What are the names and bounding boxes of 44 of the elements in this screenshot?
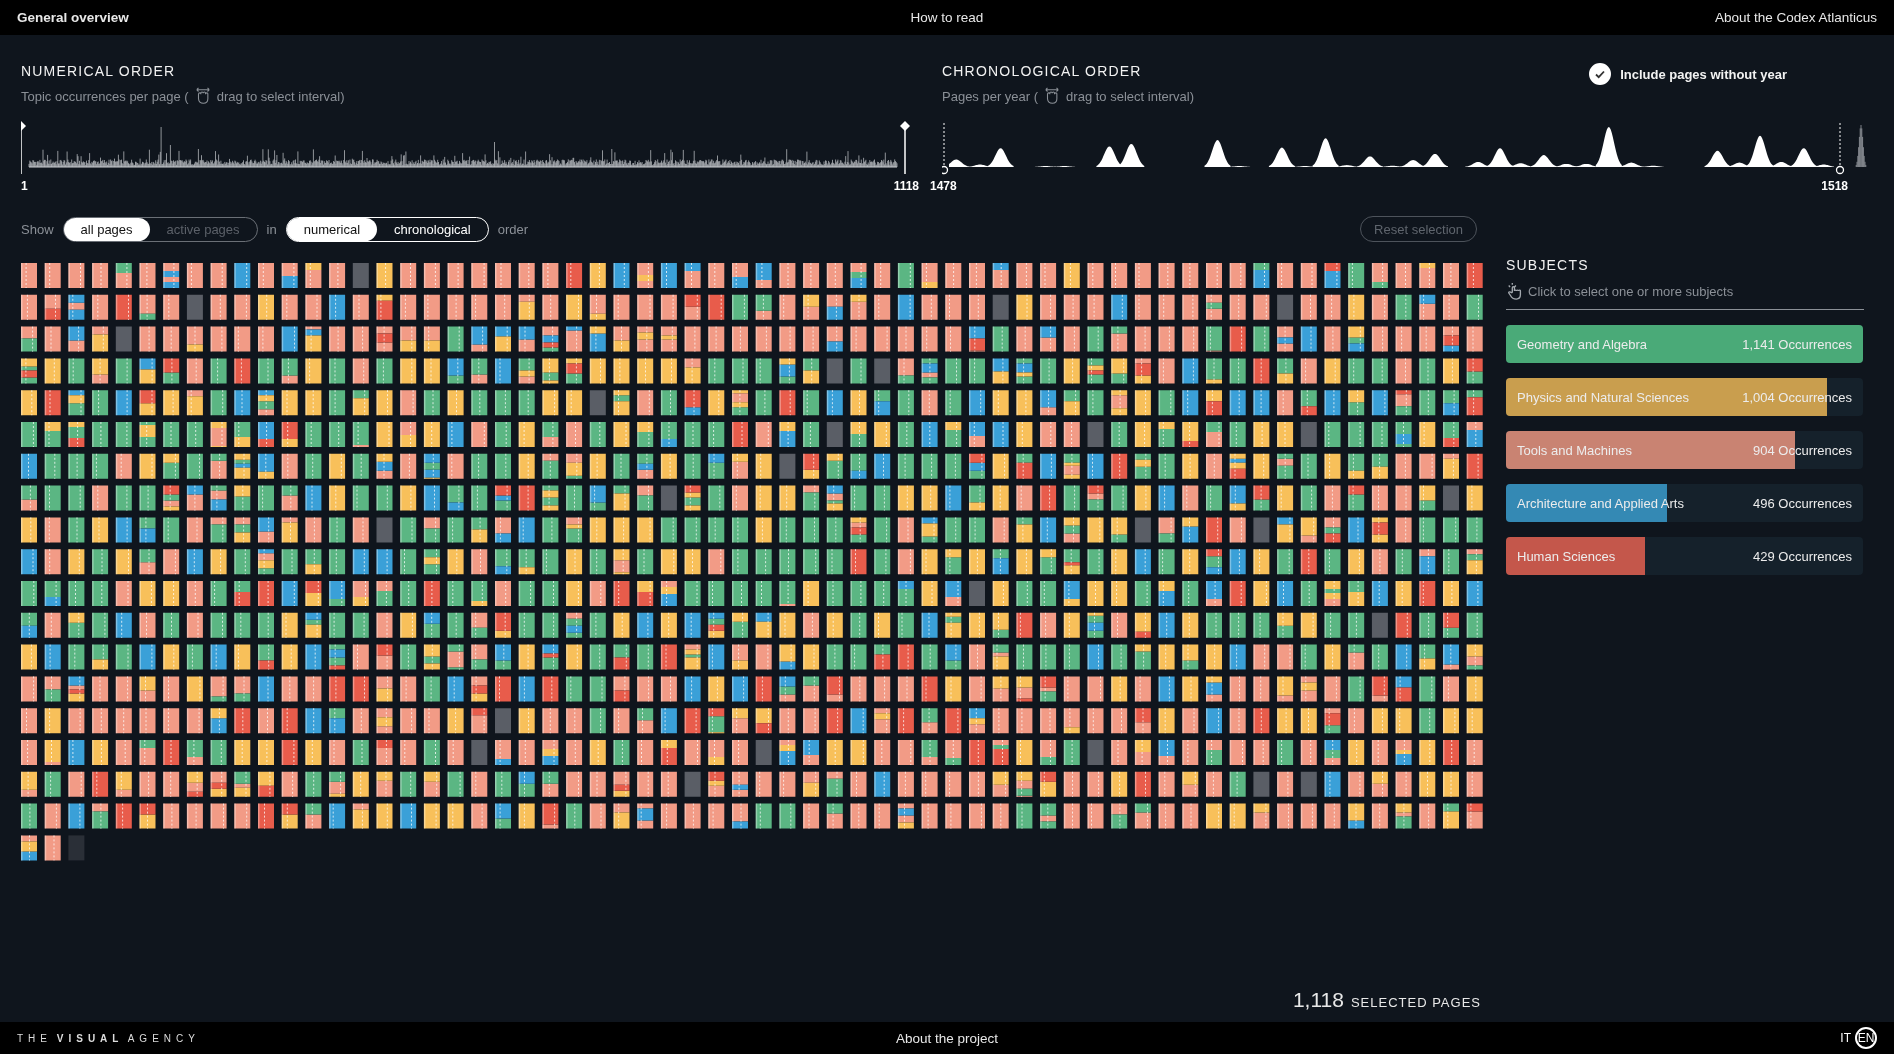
nav-link[interactable]: About the project [895, 1030, 999, 1046]
pointer-hand-icon [1508, 282, 1522, 300]
range-handle[interactable] [21, 121, 26, 175]
nav-link[interactable]: About the Codex Atlanticus [1714, 10, 1877, 25]
subject-label: Geometry and Algebra [1517, 336, 1648, 352]
range-label: 1118 [893, 179, 919, 193]
toggle-option[interactable]: numerical [286, 217, 378, 241]
toggle-option[interactable]: chronological [377, 217, 488, 241]
language-option[interactable]: EN [1855, 1027, 1877, 1049]
nav-link[interactable]: How to read [910, 10, 984, 25]
range-label: 1518 [1821, 179, 1848, 193]
nav-link[interactable]: General overview [17, 10, 129, 25]
checkmark-icon [1594, 68, 1607, 80]
subtitle-text: drag to select interval) [1066, 88, 1194, 104]
agency-logo[interactable]: THE VISUAL AGENCY [17, 1032, 200, 1044]
range-label: 1 [21, 179, 28, 193]
language-option[interactable]: IT [1838, 1027, 1853, 1049]
checkbox[interactable] [1589, 63, 1612, 85]
selected-label: SELECTED PAGES [1350, 995, 1481, 1010]
control-label: Show [21, 221, 54, 237]
section-title: CHRONOLOGICAL ORDER [942, 63, 1143, 79]
subject-label: Physics and Natural Sciences [1517, 389, 1689, 405]
subject-bar[interactable]: Human Sciences 429 Occurrences [1506, 537, 1863, 575]
selected-count: 1,118 [1292, 988, 1344, 1012]
panel-title: SUBJECTS [1506, 257, 1590, 273]
undated-peak-drawing [1855, 124, 1867, 168]
section-title: NUMERICAL ORDER [21, 63, 177, 79]
range-handle[interactable] [900, 121, 910, 175]
subtitle-text: Topic occurrences per page ( [21, 88, 189, 104]
occurrence-count: 429 Occurrences [1753, 548, 1852, 564]
range-label: 1478 [930, 179, 957, 193]
control-label: in [266, 221, 277, 237]
checkbox-label: Include pages without year [1620, 66, 1787, 82]
occurrence-count: 496 Occurrences [1753, 495, 1852, 511]
range-handle[interactable] [1835, 122, 1845, 175]
toggle-option[interactable]: all pages [63, 217, 150, 241]
occurrence-count: 1,141 Occurrences [1742, 336, 1852, 352]
subject-label: Tools and Machines [1517, 442, 1632, 458]
subject-label: Human Sciences [1517, 548, 1616, 564]
range-handle[interactable] [942, 122, 949, 175]
subtitle-text: Pages per year ( [942, 88, 1039, 104]
control-label: order [497, 221, 529, 237]
subtitle-text: drag to select interval) [216, 88, 345, 104]
hint-text: Click to select one or more subjects [1528, 283, 1734, 299]
